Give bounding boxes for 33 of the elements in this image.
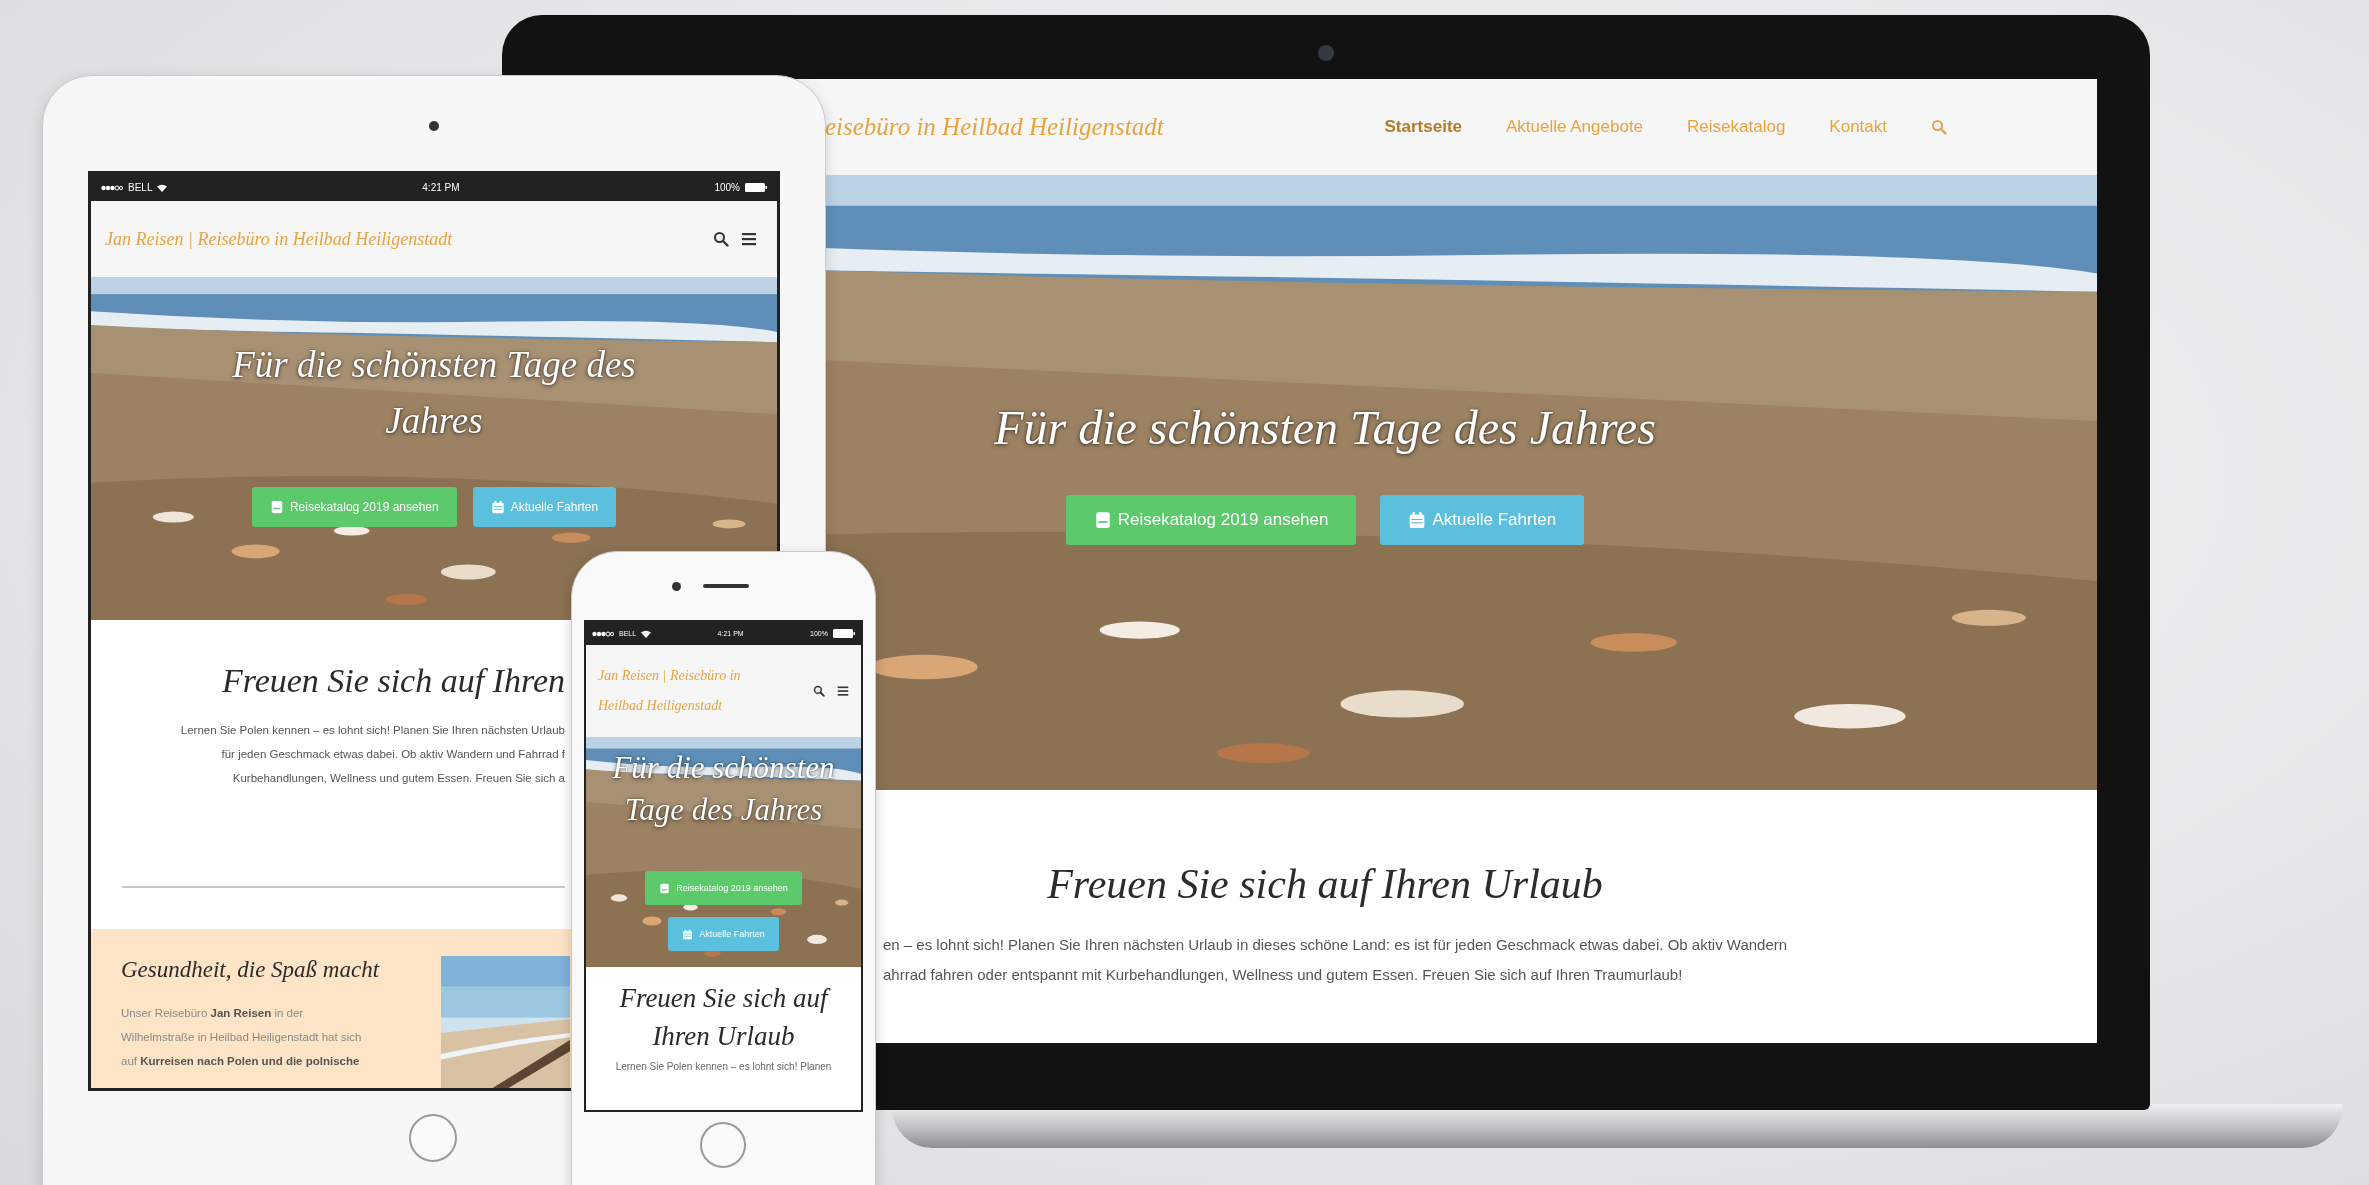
body-text: Lernen Sie Polen kennen – es lohnt sich! Planen	[615, 1061, 832, 1072]
calendar-icon	[490, 500, 505, 514]
nav-link[interactable]: Reisekatalog	[1687, 117, 1786, 137]
body-text: Wilhelmstraße in Heilbad Heiligenstadt hat sich	[121, 1030, 363, 1045]
nav-link[interactable]: Startseite	[1384, 117, 1462, 137]
trips-button[interactable]: Aktuelle Fahrten	[668, 917, 779, 951]
book-icon	[269, 500, 284, 514]
catalog-button[interactable]: Reisekatalog 2019 ansehen	[645, 871, 802, 905]
catalog-button[interactable]: Reisekatalog 2019 ansehen	[251, 487, 457, 527]
camera-dot	[429, 121, 439, 131]
clock-time: 4:21 PM	[422, 182, 460, 193]
calendar-icon	[682, 928, 694, 940]
site-logo[interactable]: Jan Reisen | Reisebüro in Heilbad Heiligenstadt	[105, 228, 453, 250]
body-text: Unser Reisebüro Jan Reisen in der	[121, 1006, 305, 1021]
section-heading: Freuen Sie sich auf Ihren Urlaub	[603, 979, 844, 1055]
nav-link[interactable]: Aktuelle Angebote	[1506, 117, 1644, 137]
signal-icon	[101, 183, 123, 192]
nav-link[interactable]: Kontakt	[1829, 117, 1887, 137]
body-text: ahrrad fahren oder entspannt mit Kurbehandlungen, Wellness und gutem Essen. Freuen Sie sich auf Ihren Traumurlaub!	[883, 965, 1683, 985]
book-icon	[659, 882, 671, 894]
hero-title: Für die schönsten Tage des Jahres	[231, 343, 637, 443]
section-heading: Freuen Sie sich auf Ihren	[221, 662, 565, 700]
feature-heading: Gesundheit, die Spaß macht	[121, 957, 381, 983]
site-logo[interactable]: eisebüro in Heilbad Heiligenstadt	[825, 113, 1164, 141]
carrier-label: BELL	[128, 182, 153, 193]
section-heading: Freuen Sie sich auf Ihren Urlaub	[1047, 860, 1603, 908]
camera-dot	[1318, 45, 1334, 61]
body-text: Kurbehandlungen, Wellness und gutem Essen. Freuen Sie sich a	[232, 771, 565, 786]
body-text: en – es lohnt sich! Planen Sie Ihren nächsten Urlaub in dieses schöne Land: es ist für jeden Geschmack etwas dabei. Ob aktiv Wandern	[883, 935, 1788, 955]
body-text: für jeden Geschmack etwas dabei. Ob aktiv Wandern und Fahrrad f	[221, 747, 565, 762]
body-text: Lernen Sie Polen kennen – es lohnt sich! Planen Sie Ihren nächsten Urlaub	[180, 723, 565, 738]
wifi-icon	[157, 183, 168, 192]
body-text: auf Kurreisen nach Polen und die polnische	[121, 1054, 361, 1069]
